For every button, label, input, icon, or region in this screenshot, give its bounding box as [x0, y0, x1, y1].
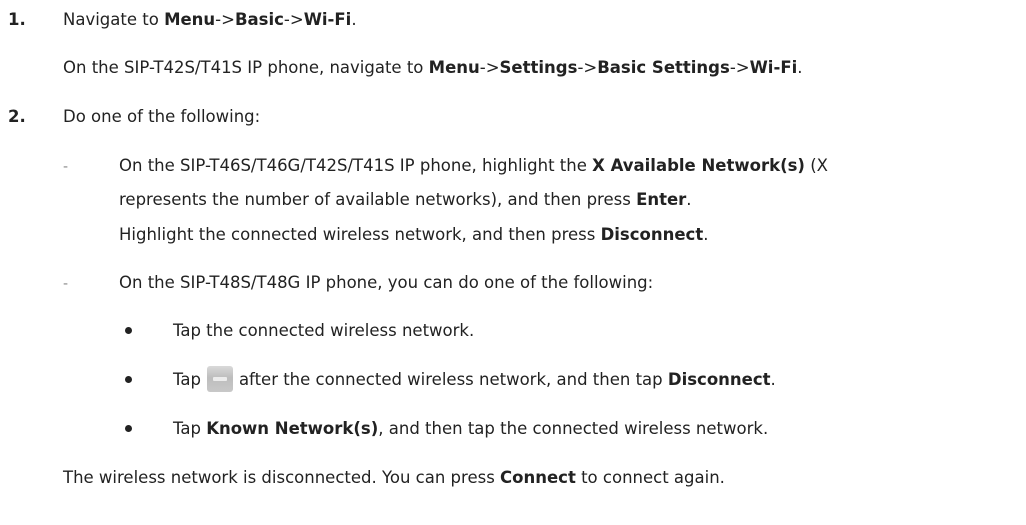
step-number-1: 1.	[8, 10, 26, 29]
option-a-line-3: Highlight the connected wireless network…	[119, 224, 708, 246]
period: .	[703, 225, 709, 244]
option-a-line-1-pre: On the SIP-T46S/T46G/T42S/T41S IP phone,…	[119, 156, 593, 175]
known-networks-label: Known Network(s)	[206, 419, 379, 438]
option-b-intro: On the SIP-T48S/T48G IP phone, you can d…	[119, 273, 654, 292]
option-b-bullet-3: Tap Known Network(s), and then tap the c…	[173, 418, 768, 440]
option-b-bullet-1: Tap the connected wireless network.	[173, 321, 475, 340]
step-number-2: 2.	[8, 107, 26, 126]
disconnect-label: Disconnect	[600, 225, 704, 244]
period: .	[770, 370, 776, 389]
option-b-bullet-2-post: after the connected wireless network, an…	[238, 370, 668, 389]
bullet-marker	[125, 376, 132, 383]
option-b-bullet-3-pre: Tap	[173, 419, 207, 438]
wifi-label: Wi-Fi	[303, 10, 352, 29]
step-1-text: Navigate to Menu->Basic->Wi-Fi.	[63, 9, 357, 31]
basic-label: Basic	[234, 10, 284, 29]
option-a-line-2: represents the number of available netwo…	[119, 189, 692, 211]
arrow: ->	[577, 58, 598, 77]
available-networks-label: X Available Network(s)	[592, 156, 805, 175]
arrow: ->	[283, 10, 304, 29]
option-b-bullet-2: Tap after the connected wireless network,…	[173, 365, 776, 392]
menu-label: Menu	[428, 58, 480, 77]
step-1-pre: Navigate to	[63, 10, 165, 29]
bullet-marker	[125, 327, 132, 334]
arrow: ->	[215, 10, 235, 29]
arrow: ->	[479, 58, 500, 77]
connect-label: Connect	[500, 468, 576, 487]
disconnect-label: Disconnect	[667, 370, 771, 389]
network-detail-icon	[206, 365, 233, 392]
period: .	[686, 190, 692, 209]
result-text: The wireless network is disconnected. Yo…	[63, 467, 725, 489]
settings-label: Settings	[499, 58, 578, 77]
result-pre: The wireless network is disconnected. Yo…	[63, 468, 501, 487]
dash-marker: -	[63, 159, 69, 175]
step-1-sub-pre: On the SIP-T42S/T41S IP phone, navigate …	[63, 58, 429, 77]
option-b-bullet-3-post: , and then tap the connected wireless ne…	[378, 419, 769, 438]
bullet-marker	[125, 425, 132, 432]
basic-settings-label: Basic Settings	[597, 58, 730, 77]
wifi-label: Wi-Fi	[749, 58, 798, 77]
option-a-line-1: On the SIP-T46S/T46G/T42S/T41S IP phone,…	[119, 155, 828, 177]
period: .	[797, 58, 803, 77]
result-post: to connect again.	[575, 468, 725, 487]
option-a-line-1-post: (X	[804, 156, 828, 175]
step-1-subtext: On the SIP-T42S/T41S IP phone, navigate …	[63, 57, 803, 79]
option-b-bullet-2-pre: Tap	[173, 370, 201, 389]
step-2-intro: Do one of the following:	[63, 107, 261, 126]
arrow: ->	[729, 58, 750, 77]
dash-marker: -	[63, 276, 69, 292]
period: .	[351, 10, 357, 29]
enter-label: Enter	[636, 190, 687, 209]
menu-label: Menu	[164, 10, 216, 29]
option-a-line-3-pre: Highlight the connected wireless network…	[119, 225, 601, 244]
option-a-line-2-pre: represents the number of available netwo…	[119, 190, 637, 209]
